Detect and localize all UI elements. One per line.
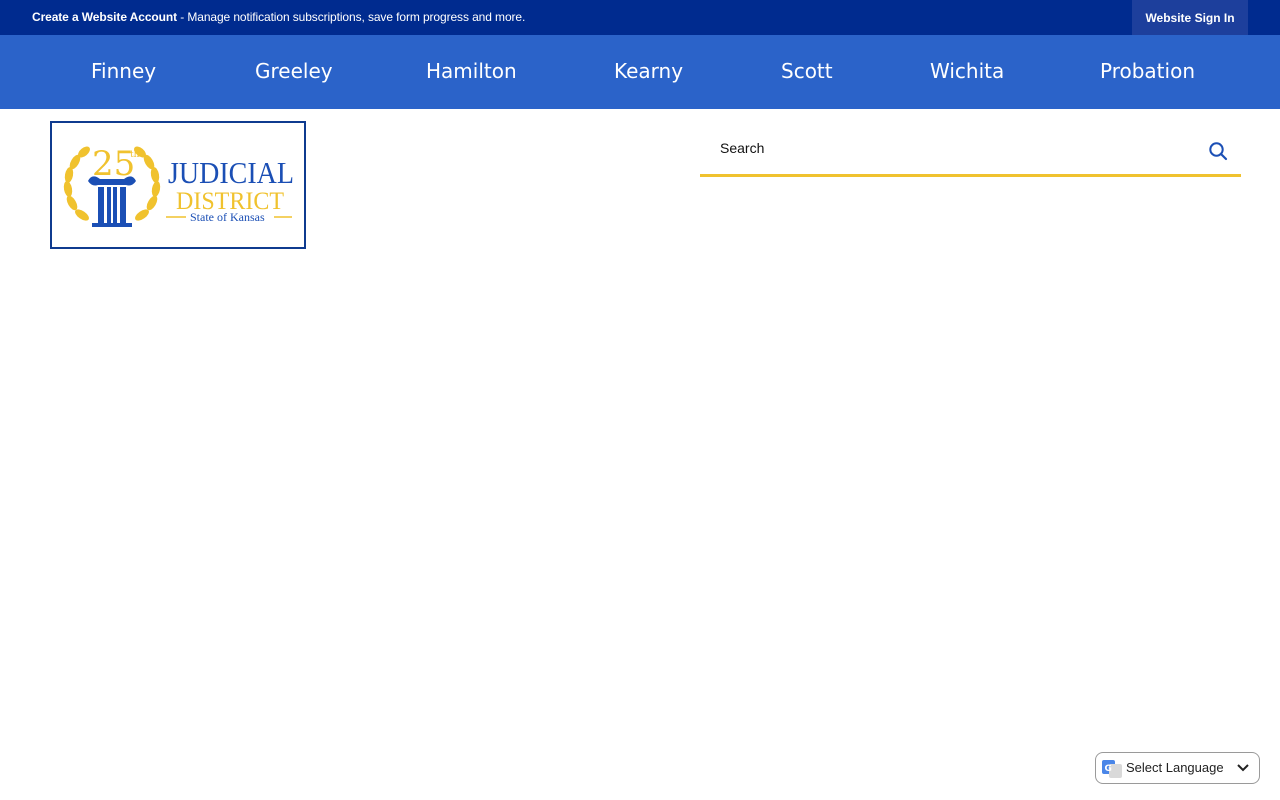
language-select-label: Select Language [1126,760,1224,775]
language-select[interactable]: G Select Language [1095,752,1260,784]
create-account-link[interactable]: Create a Website Account - Manage notifi… [32,0,525,35]
website-sign-in-button[interactable]: Website Sign In [1132,0,1248,35]
logo-ordinal: th [130,150,140,160]
nav-item-greeley[interactable]: Greeley [255,35,333,109]
nav-item-finney[interactable]: Finney [91,35,156,109]
nav-item-scott[interactable]: Scott [781,35,833,109]
create-account-link-bold: Create a Website Account [32,10,177,24]
nav-item-probation[interactable]: Probation [1100,35,1195,109]
search-icon [1209,142,1228,161]
search-input[interactable] [700,121,1190,174]
main-navigation: Finney Greeley Hamilton Kearny Scott Wic… [0,35,1280,109]
logo-line-state: State of Kansas [190,210,265,224]
logo-line-judicial: JUDICIAL [168,155,294,190]
create-account-link-description: - Manage notification subscriptions, sav… [176,10,526,24]
site-logo[interactable]: 25 th JUDICIAL DISTRICT State of Kansas [50,121,306,249]
nav-item-hamilton[interactable]: Hamilton [426,35,517,109]
google-translate-icon: G [1102,760,1122,778]
search-bar [700,121,1241,177]
judicial-district-logo-graphic: 25 th JUDICIAL DISTRICT State of Kansas [63,144,294,227]
top-utility-bar: Create a Website Account - Manage notifi… [0,0,1280,35]
nav-item-wichita[interactable]: Wichita [930,35,1004,109]
svg-text:G: G [1105,764,1112,774]
logo-number: 25 [92,144,135,184]
search-button[interactable] [1204,137,1232,165]
nav-item-kearny[interactable]: Kearny [614,35,683,109]
chevron-down-icon [1237,764,1249,772]
